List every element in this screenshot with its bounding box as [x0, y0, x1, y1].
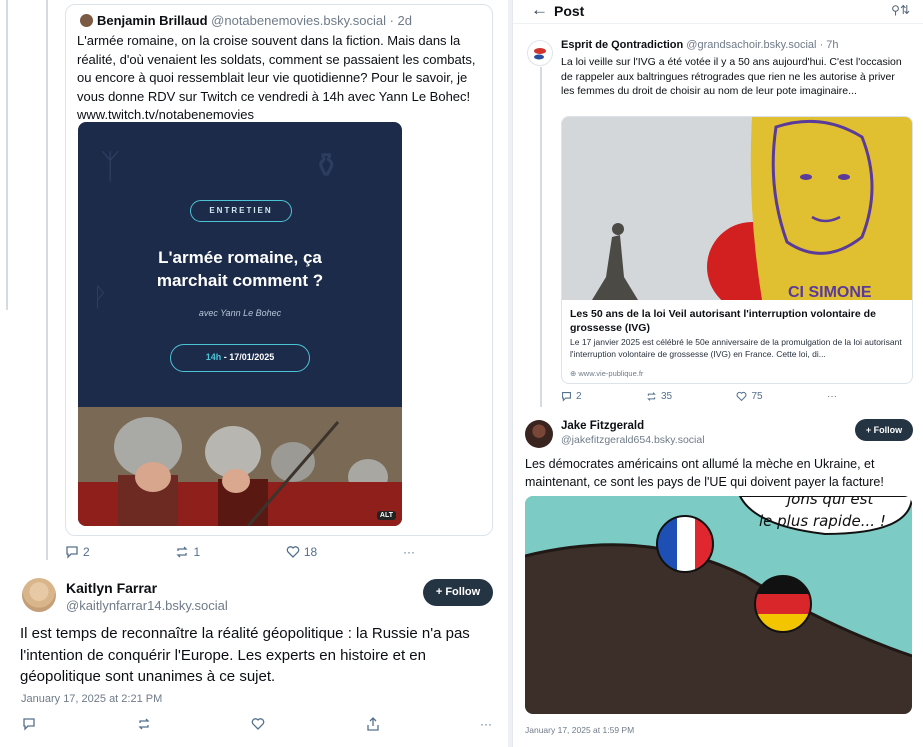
author-name[interactable]: Esprit de Qontradiction — [561, 39, 683, 51]
image-date-text: - 17/01/2025 — [221, 352, 275, 362]
repost-count: 1 — [193, 545, 201, 559]
countryballs-cartoon: jons qui est le plus rapide... ! — [525, 496, 912, 714]
link-title: Les 50 ans de la loi Veil autorisant l'i… — [570, 308, 876, 334]
post-text: Les démocrates américains ont allumé la … — [525, 457, 884, 489]
quoted-post-header: Benjamin Brillaud @notabenemovies.bsky.s… — [80, 13, 412, 28]
heart-icon — [737, 391, 747, 402]
thread-settings-icon[interactable]: ⚲⇅ — [891, 3, 910, 17]
speech-bubble-line: jons qui est — [785, 496, 874, 508]
author-handle[interactable]: @jakefitzgerald654.bsky.social — [561, 434, 705, 446]
author-name[interactable]: Kaitlyn Farrar — [66, 580, 157, 596]
author-handle[interactable]: @kaitlynfarrar14.bsky.social — [66, 598, 228, 613]
like-count: 75 — [751, 391, 763, 402]
post-thread-pane: ← Post ⚲⇅ Esprit de Qontradiction @grand… — [512, 0, 923, 747]
reply-button[interactable]: 2 — [65, 545, 90, 559]
follow-button[interactable]: + Follow — [855, 419, 913, 441]
author-handle[interactable]: @grandsachoir.bsky.social — [686, 39, 816, 51]
repost-count: 35 — [660, 391, 673, 402]
link-preview-card[interactable]: CI SIMONE Les 50 ans de la loi Veil auto… — [561, 116, 913, 384]
reply-count: 2 — [83, 545, 90, 559]
thread-line — [46, 0, 48, 560]
image-title-line: marchait comment ? — [156, 271, 324, 290]
post-text: Il est temps de reconnaître la réalité g… — [20, 625, 470, 685]
left-feed-pane: Benjamin Brillaud @notabenemovies.bsky.s… — [0, 0, 508, 747]
thread-line — [6, 0, 8, 310]
avatar[interactable] — [22, 578, 56, 612]
post-date: January 17, 2025 at 2:21 PM — [21, 693, 163, 705]
author-name[interactable]: Benjamin Brillaud — [97, 13, 208, 28]
share-icon[interactable] — [366, 717, 380, 731]
speech-bubble-line: le plus rapide... ! — [759, 512, 886, 530]
more-button[interactable]: ··· — [827, 391, 837, 402]
reply-icon — [66, 546, 78, 559]
banner-text: CI SIMONE — [788, 284, 872, 300]
more-button[interactable]: ··· — [480, 717, 492, 731]
parent-post-text: La loi veille sur l'IVG a été votée il y… — [561, 56, 902, 97]
alt-badge[interactable]: ALT — [376, 511, 396, 520]
avatar-logo — [534, 48, 546, 60]
post-image[interactable]: ᛉ ⚱ ᚹ ENTRETIEN L'armée romaine, ça marc… — [78, 122, 402, 526]
link-domain: www.vie-publique.fr — [578, 369, 644, 378]
link-preview-image: CI SIMONE — [562, 117, 912, 300]
avatar[interactable] — [527, 40, 553, 66]
heart-icon — [286, 546, 300, 558]
post-age: · 2d — [389, 13, 413, 28]
amphora-icon: ⚱ — [312, 147, 341, 185]
image-byline: avec Yann Le Bohec — [198, 308, 282, 318]
post-age: · 7h — [819, 39, 839, 51]
repost-button[interactable]: 1 — [175, 545, 200, 559]
link-description: Le 17 janvier 2025 est célébré le 50e an… — [570, 337, 902, 359]
quoted-post-text: L'armée romaine, on la croise souvent da… — [77, 33, 476, 122]
globe-icon: ⊕ — [570, 369, 577, 378]
page-title: Post — [554, 3, 585, 19]
image-time: 14h — [205, 352, 222, 362]
more-button[interactable]: ··· — [403, 545, 415, 559]
image-title-line: L'armée romaine, ça — [158, 248, 322, 267]
quoted-post-card[interactable]: Benjamin Brillaud @notabenemovies.bsky.s… — [65, 4, 493, 536]
repost-icon — [647, 392, 656, 401]
thread-line — [540, 67, 542, 407]
soldiers-illustration — [78, 407, 402, 526]
like-count: 18 — [303, 545, 318, 559]
link-source: ⊕ www.vie-publique.fr — [570, 369, 643, 378]
author-name[interactable]: Jake Fitzgerald — [561, 420, 644, 432]
image-date: 14h - 17/01/2025 — [170, 344, 310, 372]
reply-count: 2 — [576, 391, 582, 402]
like-button[interactable]: 18 — [286, 545, 317, 559]
repost-button[interactable]: 35 — [646, 391, 672, 402]
like-button[interactable]: 75 — [736, 391, 763, 402]
parent-post-header: Esprit de Qontradiction @grandsachoir.bs… — [561, 39, 839, 51]
thread-header: ← Post ⚲⇅ — [513, 0, 923, 24]
parent-post-actions: 2 35 75 ··· — [561, 391, 837, 402]
cartoon-image[interactable]: jons qui est le plus rapide... ! — [525, 496, 912, 714]
follow-button[interactable]: + Follow — [423, 579, 493, 606]
interview-badge: ENTRETIEN — [190, 200, 292, 222]
reply-button[interactable]: 2 — [561, 391, 582, 402]
reply-icon — [562, 392, 571, 402]
image-title: L'armée romaine, ça marchait comment ? — [78, 246, 402, 292]
author-handle[interactable]: @notabenemovies.bsky.social — [211, 13, 386, 28]
protest-photo: CI SIMONE — [562, 117, 912, 300]
rune-icon: ᛉ — [100, 148, 121, 186]
quoted-post-actions: 2 1 18 ··· — [65, 545, 415, 559]
post-actions: ··· — [22, 717, 492, 731]
heart-icon[interactable] — [251, 717, 265, 731]
post-date: January 17, 2025 at 1:59 PM — [525, 725, 635, 735]
avatar[interactable] — [80, 14, 93, 27]
repost-icon[interactable] — [137, 717, 151, 731]
roman-soldiers-photo — [78, 407, 402, 526]
avatar[interactable] — [525, 420, 553, 448]
repost-icon — [176, 546, 189, 558]
back-arrow-icon[interactable]: ← — [531, 0, 548, 20]
reply-icon[interactable] — [22, 717, 36, 731]
